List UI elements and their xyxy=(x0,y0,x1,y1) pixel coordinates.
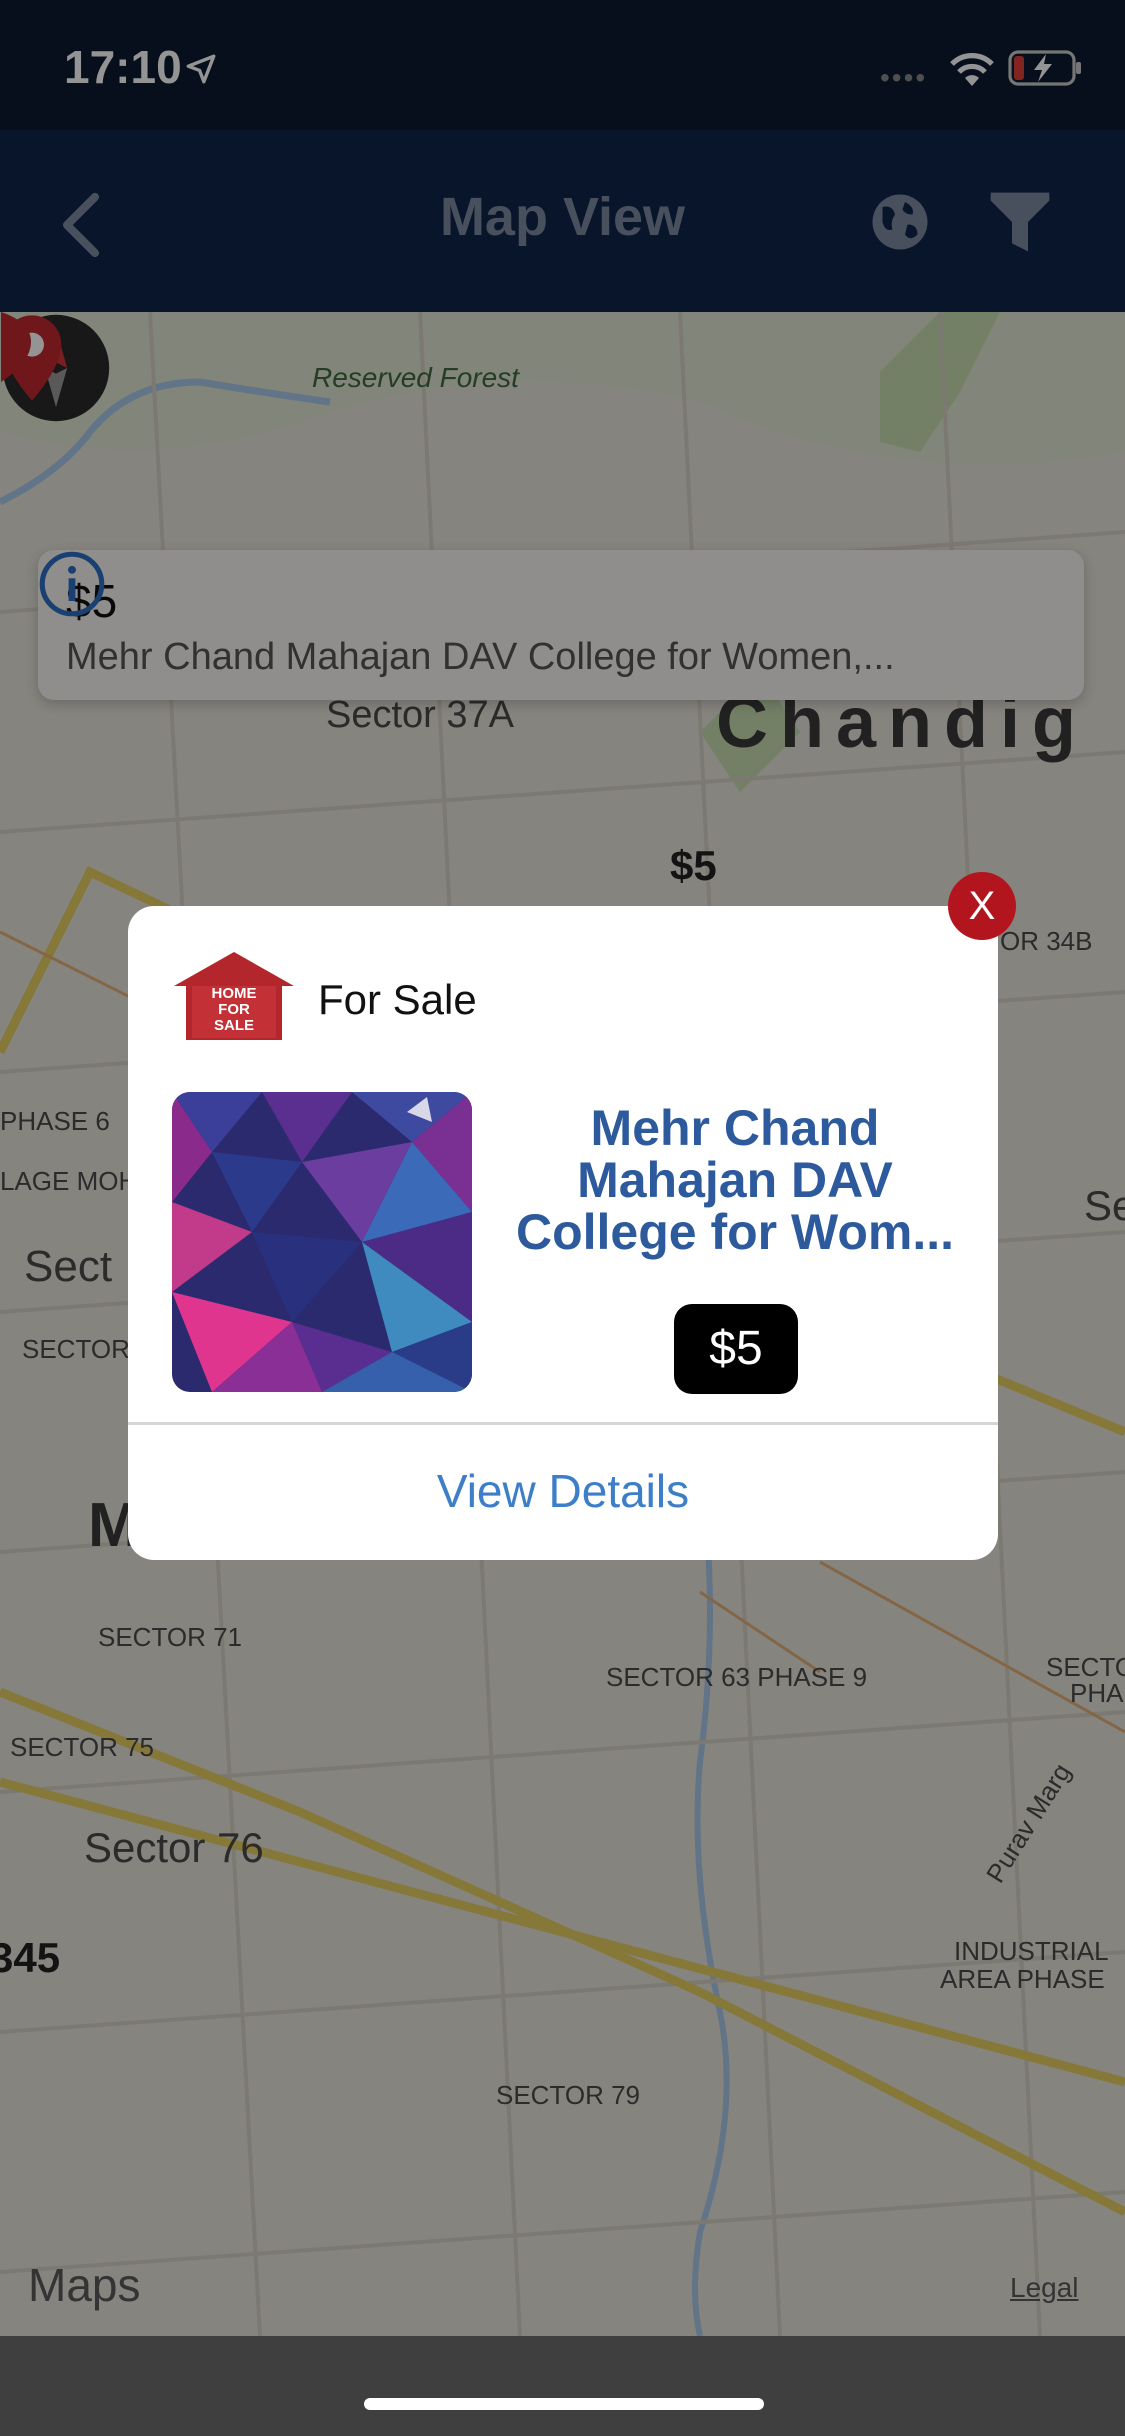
listing-popup: HOME FOR SALE For Sale Mehr Chand Mahaja… xyxy=(128,906,998,1560)
listing-title[interactable]: Mehr Chand Mahajan DAV College for Wom..… xyxy=(500,1102,970,1258)
view-details-button[interactable]: View Details xyxy=(128,1425,998,1560)
close-popup-button[interactable]: X xyxy=(948,872,1016,940)
listing-image-graphic xyxy=(172,1092,472,1392)
home-for-sale-icon: HOME FOR SALE xyxy=(174,952,294,1040)
svg-text:HOME: HOME xyxy=(212,985,257,1002)
svg-text:SALE: SALE xyxy=(214,1017,254,1034)
home-indicator-area xyxy=(0,2336,1125,2436)
listing-image[interactable] xyxy=(172,1092,472,1392)
listing-type-label: For Sale xyxy=(318,976,477,1023)
home-indicator[interactable] xyxy=(364,2398,764,2410)
price-badge: $5 xyxy=(674,1304,798,1394)
svg-text:FOR: FOR xyxy=(218,1001,250,1018)
